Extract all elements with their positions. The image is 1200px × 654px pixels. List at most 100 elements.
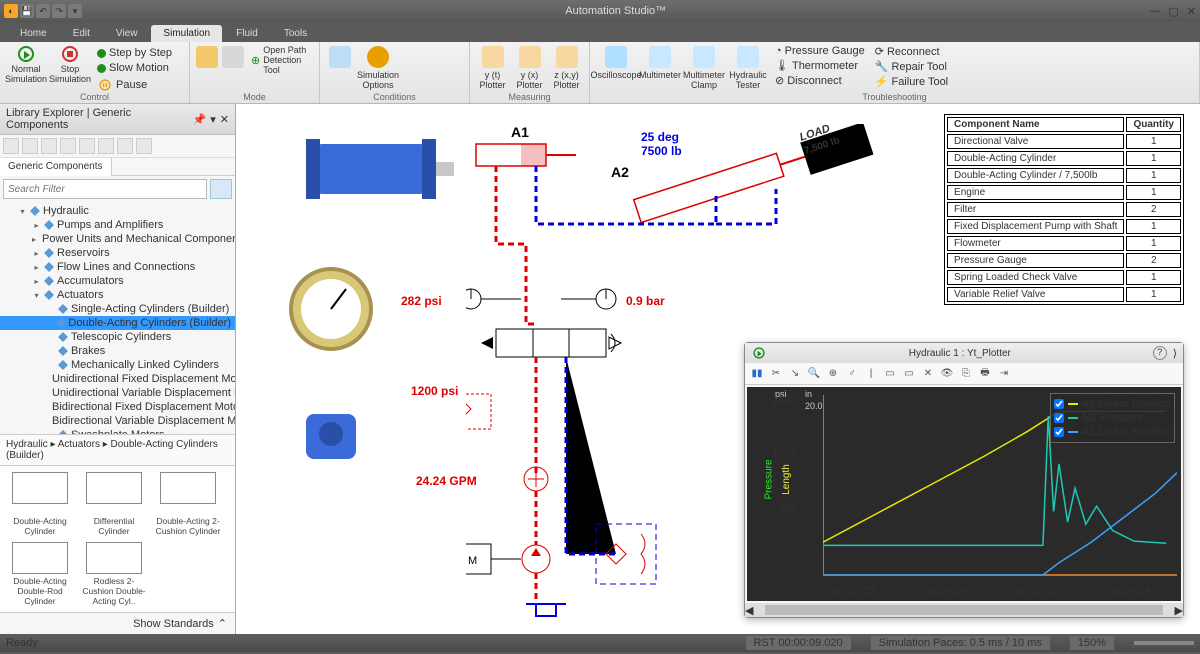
search-input[interactable] [3, 179, 207, 199]
tree-node[interactable]: ▾Hydraulic [0, 204, 235, 218]
plotter-tool-icon[interactable]: ✂ [768, 366, 784, 382]
plotter-power-icon[interactable] [753, 347, 764, 358]
generic-components-tab[interactable]: Generic Components [0, 158, 112, 176]
mode-btn-2[interactable] [222, 44, 244, 68]
yt-plotter-button[interactable]: y (t) Plotter [476, 44, 509, 90]
lib-tool-icon[interactable] [3, 138, 19, 154]
plotter-tool-icon[interactable]: 🔍 [806, 366, 822, 382]
lib-tool-icon[interactable] [117, 138, 133, 154]
show-standards-button[interactable]: Show Standards⌃ [0, 612, 235, 634]
table-row: Fixed Displacement Pump with Shaft1 [947, 219, 1181, 234]
label-a1: A1 [511, 124, 529, 140]
plotter-pause-icon[interactable]: ▮▮ [749, 366, 765, 382]
lib-tool-icon[interactable] [22, 138, 38, 154]
library-panel-header: Library Explorer | Generic Components 📌▾… [0, 104, 235, 135]
tree-node[interactable]: ▸Power Units and Mechanical Components [0, 232, 235, 246]
normal-simulation-button[interactable]: Normal Simulation [6, 44, 46, 84]
mode-btn-1[interactable] [196, 44, 218, 68]
zxy-plotter-button[interactable]: z (x,y) Plotter [550, 44, 583, 90]
pin-icon[interactable]: 📌 [193, 113, 207, 126]
tree-node[interactable]: ▸Pumps and Amplifiers [0, 218, 235, 232]
breadcrumb[interactable]: Hydraulic ▸ Actuators ▸ Double-Acting Cy… [0, 434, 235, 466]
close-panel-icon[interactable]: ✕ [220, 113, 229, 126]
plotter-help-icon[interactable]: ? [1153, 346, 1167, 360]
qat-save-icon[interactable]: 💾 [20, 4, 34, 18]
tree-node[interactable]: ▾Actuators [0, 288, 235, 302]
tree-node[interactable]: Telescopic Cylinders [0, 330, 235, 344]
search-options-icon[interactable] [210, 179, 232, 199]
yx-plotter-button[interactable]: y (x) Plotter [513, 44, 546, 90]
simulation-options-button[interactable]: Simulation Options [358, 44, 398, 90]
tab-tools[interactable]: Tools [272, 25, 319, 42]
tree-node[interactable]: Bidirectional Fixed Displacement Motors [0, 400, 235, 414]
stop-simulation-button[interactable]: Stop Simulation [50, 44, 90, 84]
step-by-step-button[interactable]: Step by Step [94, 46, 175, 60]
plotter-tool-icon[interactable]: 👁 [939, 366, 955, 382]
plotter-tool-icon[interactable]: ♂ [844, 366, 860, 382]
tree-node[interactable]: ▸Accumulators [0, 274, 235, 288]
component-tree[interactable]: ▾Hydraulic▸Pumps and Amplifiers▸Power Un… [0, 202, 235, 434]
reconnect-btn[interactable]: ⟳Reconnect [872, 44, 951, 59]
tree-node[interactable]: Bidirectional Variable Displacement Moto… [0, 414, 235, 428]
tree-node[interactable]: Brakes [0, 344, 235, 358]
plotter-tool-icon[interactable]: ✕ [920, 366, 936, 382]
tab-edit[interactable]: Edit [61, 25, 102, 42]
dropdown-icon[interactable]: ▾ [210, 113, 216, 126]
lib-tool-icon[interactable] [98, 138, 114, 154]
plotter-tool-icon[interactable]: ⇥ [996, 366, 1012, 382]
plotter-window[interactable]: Hydraulic 1 : Yt_Plotter ? ⟩ ▮▮ ✂ ↘ 🔍 ⊕ … [744, 342, 1184, 618]
tab-simulation[interactable]: Simulation [151, 25, 222, 42]
tree-node[interactable]: Double-Acting Cylinders (Builder) [0, 316, 235, 330]
thumbnail[interactable]: Rodless 2-Cushion Double-Acting Cyl.. [78, 540, 150, 608]
thermometer-btn[interactable]: 🌡Thermometer [772, 58, 868, 73]
qat-redo-icon[interactable]: ↷ [52, 4, 66, 18]
repair-tool-btn[interactable]: 🔧Repair Tool [872, 59, 951, 74]
thumbnail[interactable]: Double-Acting Double-Rod Cylinder [4, 540, 76, 608]
status-ready: Ready [6, 637, 38, 649]
oscilloscope-button[interactable]: Oscilloscope [596, 44, 636, 80]
status-zoom[interactable]: 150% [1070, 636, 1114, 650]
tab-view[interactable]: View [104, 25, 150, 42]
label-p1: 282 psi [401, 294, 442, 308]
disconnect-btn[interactable]: ⊘Disconnect [772, 73, 868, 88]
lib-tool-icon[interactable] [136, 138, 152, 154]
plotter-tool-icon[interactable]: ↘ [787, 366, 803, 382]
multimeter-button[interactable]: Multimeter [640, 44, 680, 80]
tab-home[interactable]: Home [8, 25, 59, 42]
thumbnail[interactable]: Differential Cylinder [78, 470, 150, 538]
tree-node[interactable]: Unidirectional Fixed Displacement Motors [0, 372, 235, 386]
tree-node[interactable]: Single-Acting Cylinders (Builder) [0, 302, 235, 316]
zoom-slider[interactable] [1134, 641, 1194, 645]
qat-undo-icon[interactable]: ↶ [36, 4, 50, 18]
multimeter-clamp-button[interactable]: Multimeter Clamp [684, 44, 724, 90]
lib-tool-icon[interactable] [79, 138, 95, 154]
tree-node[interactable]: Unidirectional Variable Displacement Mot… [0, 386, 235, 400]
minimize-icon[interactable]: — [1149, 5, 1160, 18]
plotter-expand-icon[interactable]: ⟩ [1173, 347, 1177, 360]
lib-tool-icon[interactable] [60, 138, 76, 154]
plotter-scrollbar[interactable]: ◀▶ [745, 603, 1183, 617]
thumbnail[interactable]: Double-Acting Cylinder [4, 470, 76, 538]
tree-node[interactable]: ▸Flow Lines and Connections [0, 260, 235, 274]
pressure-gauge-btn[interactable]: ◔Pressure Gauge [772, 44, 868, 58]
slow-motion-button[interactable]: Slow Motion [94, 61, 175, 75]
plotter-tool-icon[interactable]: ⎘ [958, 366, 974, 382]
tree-node[interactable]: ▸Reservoirs [0, 246, 235, 260]
open-path-detection-button[interactable]: ⊕Open Path Detection Tool [248, 44, 313, 76]
thumbnail[interactable]: Double-Acting 2-Cushion Cylinder [152, 470, 224, 538]
tab-fluid[interactable]: Fluid [224, 25, 270, 42]
maximize-icon[interactable]: ▢ [1168, 5, 1178, 18]
cond-btn[interactable] [326, 44, 354, 68]
tree-node[interactable]: Mechanically Linked Cylinders [0, 358, 235, 372]
qat-more-icon[interactable]: ▾ [68, 4, 82, 18]
plotter-tool-icon[interactable]: ▭ [901, 366, 917, 382]
failure-tool-btn[interactable]: ⚡Failure Tool [872, 74, 951, 89]
plotter-tool-icon[interactable]: ▭ [882, 366, 898, 382]
lib-tool-icon[interactable] [41, 138, 57, 154]
plotter-tool-icon[interactable]: ⊕ [825, 366, 841, 382]
plotter-tool-icon[interactable]: | [863, 366, 879, 382]
hydraulic-tester-button[interactable]: Hydraulic Tester [728, 44, 768, 90]
schematic-canvas[interactable]: M A1 A2 25 deg 7500 lb LOAD7,500 lb 282 … [236, 104, 1200, 634]
close-icon[interactable]: ✕ [1187, 5, 1196, 18]
plotter-tool-icon[interactable]: 🖶 [977, 366, 993, 382]
